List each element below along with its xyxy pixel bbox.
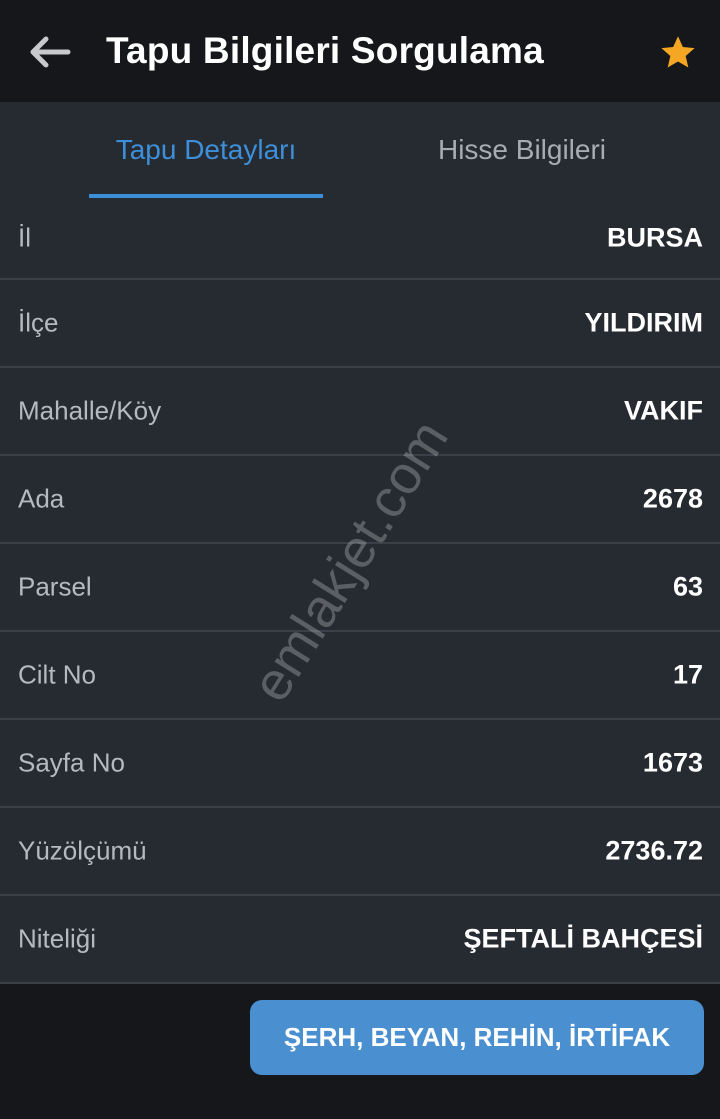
detail-label: Sayfa No (18, 747, 125, 778)
detail-label: İl (18, 222, 31, 253)
detail-value: VAKIF (624, 395, 703, 426)
tab-bar: Tapu Detayları Hisse Bilgileri (0, 102, 720, 198)
detail-value: 2736.72 (605, 835, 703, 866)
star-icon (661, 36, 695, 68)
detail-value: 63 (672, 571, 703, 602)
detail-row-sayfa-no: Sayfa No 1673 (0, 720, 720, 808)
detail-value: 2678 (642, 483, 703, 514)
page-title: Tapu Bilgileri Sorgulama (106, 30, 544, 71)
back-button[interactable] (24, 28, 76, 76)
arrow-left-icon (30, 36, 71, 68)
detail-value: 1673 (642, 747, 703, 778)
favorite-button[interactable] (654, 30, 702, 76)
detail-row-niteligi: Niteliği ŞEFTALİ BAHÇESİ (0, 896, 720, 984)
detail-value: ŞEFTALİ BAHÇESİ (463, 923, 703, 954)
app-screen: Tapu Bilgileri Sorgulama Tapu Detayları … (0, 0, 720, 1119)
detail-label: Mahalle/Köy (18, 395, 162, 426)
detail-row-il: İl BURSA (0, 198, 720, 280)
detail-row-mahalle: Mahalle/Köy VAKIF (0, 368, 720, 456)
app-bar: Tapu Bilgileri Sorgulama (0, 0, 720, 102)
detail-row-cilt-no: Cilt No 17 (0, 632, 720, 720)
detail-label: Ada (18, 483, 65, 514)
detail-value: BURSA (606, 222, 703, 253)
detail-value: YILDIRIM (584, 307, 704, 338)
detail-label: Yüzölçümü (18, 835, 147, 866)
detail-label: Parsel (18, 571, 92, 602)
detail-row-ada: Ada 2678 (0, 456, 720, 544)
detail-label: Niteliği (18, 923, 97, 954)
detail-row-yuzolcumu: Yüzölçümü 2736.72 (0, 808, 720, 896)
detail-label: Cilt No (18, 659, 97, 690)
detail-label: İlçe (18, 307, 59, 338)
details-list: İl BURSA İlçe YILDIRIM Mahalle/Köy VAKIF… (0, 198, 720, 984)
serh-beyan-button[interactable]: ŞERH, BEYAN, REHİN, İRTİFAK (250, 1000, 704, 1075)
tab-hisse-bilgileri[interactable]: Hisse Bilgileri (402, 102, 642, 198)
detail-value: 17 (672, 659, 703, 690)
tab-tapu-detaylari[interactable]: Tapu Detayları (89, 102, 323, 198)
detail-row-ilce: İlçe YILDIRIM (0, 280, 720, 368)
detail-row-parsel: Parsel 63 (0, 544, 720, 632)
